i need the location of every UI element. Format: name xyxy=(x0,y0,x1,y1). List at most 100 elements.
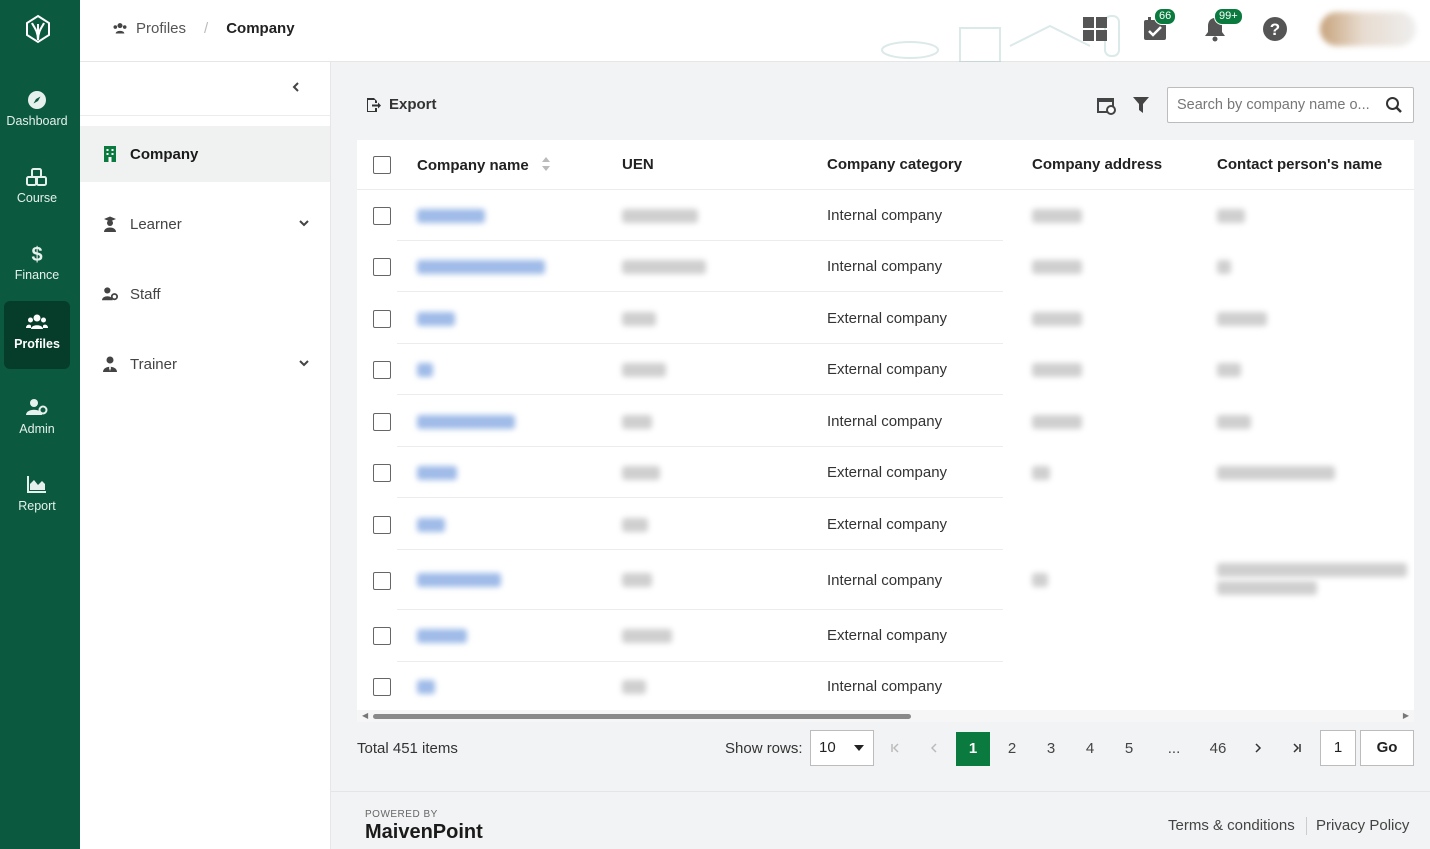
table-row[interactable]: External company xyxy=(357,610,1414,662)
filter-icon[interactable] xyxy=(1132,96,1152,116)
uen-value xyxy=(622,209,698,223)
compass-icon xyxy=(4,90,70,112)
company-category: External company xyxy=(827,310,948,327)
breadcrumb-profiles-link[interactable]: Profiles xyxy=(136,20,186,37)
company-name-link[interactable] xyxy=(417,518,445,532)
prev-page-icon[interactable] xyxy=(917,732,951,766)
page-button-5[interactable]: 5 xyxy=(1112,732,1146,766)
apps-grid-icon[interactable] xyxy=(1082,16,1110,44)
company-address-value xyxy=(1032,415,1082,429)
help-icon[interactable]: ? xyxy=(1262,16,1290,44)
page-button-46[interactable]: 46 xyxy=(1201,732,1235,766)
sidebar-item-trainer[interactable]: Trainer xyxy=(80,336,330,392)
next-page-icon[interactable] xyxy=(1241,732,1275,766)
sidebar-item-company[interactable]: Company xyxy=(80,126,330,182)
page-button-2[interactable]: 2 xyxy=(995,732,1029,766)
rows-per-page-select[interactable]: 10 xyxy=(810,730,874,766)
column-header-company-name[interactable]: Company name xyxy=(417,156,551,174)
go-button[interactable]: Go xyxy=(1360,730,1414,766)
company-name-link[interactable] xyxy=(417,466,457,480)
table-row[interactable]: External company xyxy=(357,498,1414,550)
nav-item-profiles[interactable]: Profiles xyxy=(4,301,70,369)
row-checkbox[interactable] xyxy=(373,413,391,431)
terms-link[interactable]: Terms & conditions xyxy=(1168,817,1295,834)
row-checkbox[interactable] xyxy=(373,678,391,696)
select-all-checkbox[interactable] xyxy=(373,156,391,174)
user-avatar[interactable] xyxy=(1320,12,1416,46)
column-header-company-address[interactable]: Company address xyxy=(1032,156,1162,173)
maivenpoint-logo: MaivenPoint xyxy=(365,821,483,843)
chevron-down-icon[interactable] xyxy=(298,216,310,233)
company-category: Internal company xyxy=(827,572,943,589)
row-checkbox[interactable] xyxy=(373,310,391,328)
contact-person-value xyxy=(1217,563,1407,577)
row-checkbox[interactable] xyxy=(373,361,391,379)
nav-item-report[interactable]: Report xyxy=(4,463,70,531)
table-row[interactable]: Internal company xyxy=(357,662,1414,710)
caret-down-icon xyxy=(854,745,864,751)
table-row[interactable]: External company xyxy=(357,292,1414,344)
company-name-link[interactable] xyxy=(417,680,435,694)
column-settings-icon[interactable] xyxy=(1097,96,1117,116)
export-button[interactable]: Export xyxy=(365,96,437,113)
company-address-value xyxy=(1032,466,1050,480)
scroll-left-arrow-icon[interactable]: ◀ xyxy=(362,711,368,720)
row-checkbox[interactable] xyxy=(373,627,391,645)
privacy-policy-link[interactable]: Privacy Policy xyxy=(1316,817,1409,834)
nav-item-admin[interactable]: Admin xyxy=(4,386,70,454)
nav-rail: Dashboard Course $ Finance Profiles Admi… xyxy=(0,0,80,849)
company-name-link[interactable] xyxy=(417,260,545,274)
row-checkbox[interactable] xyxy=(373,464,391,482)
row-checkbox[interactable] xyxy=(373,516,391,534)
first-page-icon[interactable] xyxy=(878,732,912,766)
page-button-3[interactable]: 3 xyxy=(1034,732,1068,766)
column-header-company-category[interactable]: Company category xyxy=(827,156,962,173)
nav-item-finance[interactable]: $ Finance xyxy=(4,232,70,300)
tasks-calendar-icon[interactable]: 66 xyxy=(1142,8,1177,44)
column-header-contact-person[interactable]: Contact person's name xyxy=(1217,156,1382,173)
horizontal-scrollbar[interactable]: ◀ ▶ xyxy=(357,710,1414,722)
table-row[interactable]: Internal company xyxy=(357,549,1414,610)
company-name-link[interactable] xyxy=(417,573,501,587)
row-checkbox[interactable] xyxy=(373,572,391,590)
company-name-link[interactable] xyxy=(417,363,433,377)
company-category: Internal company xyxy=(827,207,943,224)
contact-person-value xyxy=(1217,260,1231,274)
table-row[interactable]: Internal company xyxy=(357,395,1414,447)
page-ellipsis[interactable]: ... xyxy=(1157,732,1191,766)
company-name-link[interactable] xyxy=(417,209,485,223)
contact-person-value xyxy=(1217,363,1241,377)
company-name-link[interactable] xyxy=(417,415,515,429)
sort-icon[interactable] xyxy=(541,156,551,172)
table-header: Company name UEN Company category Compan… xyxy=(357,140,1414,190)
table-row[interactable]: External company xyxy=(357,343,1414,395)
table-row[interactable]: Internal company xyxy=(357,241,1414,292)
table-row[interactable]: External company xyxy=(357,446,1414,498)
table-row[interactable]: Internal company xyxy=(357,190,1414,241)
chevron-down-icon[interactable] xyxy=(298,356,310,373)
search-icon[interactable] xyxy=(1385,96,1403,117)
scrollbar-thumb[interactable] xyxy=(373,714,911,719)
nav-label: Admin xyxy=(19,422,55,436)
company-category: External company xyxy=(827,361,948,378)
column-header-uen[interactable]: UEN xyxy=(622,156,654,173)
scroll-right-arrow-icon[interactable]: ▶ xyxy=(1403,711,1409,720)
leaf-logo-icon[interactable] xyxy=(24,14,52,44)
company-address-value xyxy=(1032,260,1082,274)
bell-icon[interactable]: 99+ xyxy=(1202,8,1243,44)
sidebar-item-learner[interactable]: Learner xyxy=(80,196,330,252)
nav-item-dashboard[interactable]: Dashboard xyxy=(4,78,70,146)
goto-page-input[interactable]: 1 xyxy=(1320,730,1356,766)
company-name-link[interactable] xyxy=(417,312,455,326)
chevron-left-icon[interactable] xyxy=(286,80,306,100)
last-page-icon[interactable] xyxy=(1280,732,1314,766)
row-checkbox[interactable] xyxy=(373,207,391,225)
company-name-link[interactable] xyxy=(417,629,467,643)
page-button-1[interactable]: 1 xyxy=(956,732,990,766)
company-address-value xyxy=(1032,573,1048,587)
nav-item-course[interactable]: Course xyxy=(4,155,70,223)
row-checkbox[interactable] xyxy=(373,258,391,276)
sidebar-item-staff[interactable]: Staff xyxy=(80,266,330,322)
page-button-4[interactable]: 4 xyxy=(1073,732,1107,766)
search-input[interactable] xyxy=(1168,88,1376,122)
